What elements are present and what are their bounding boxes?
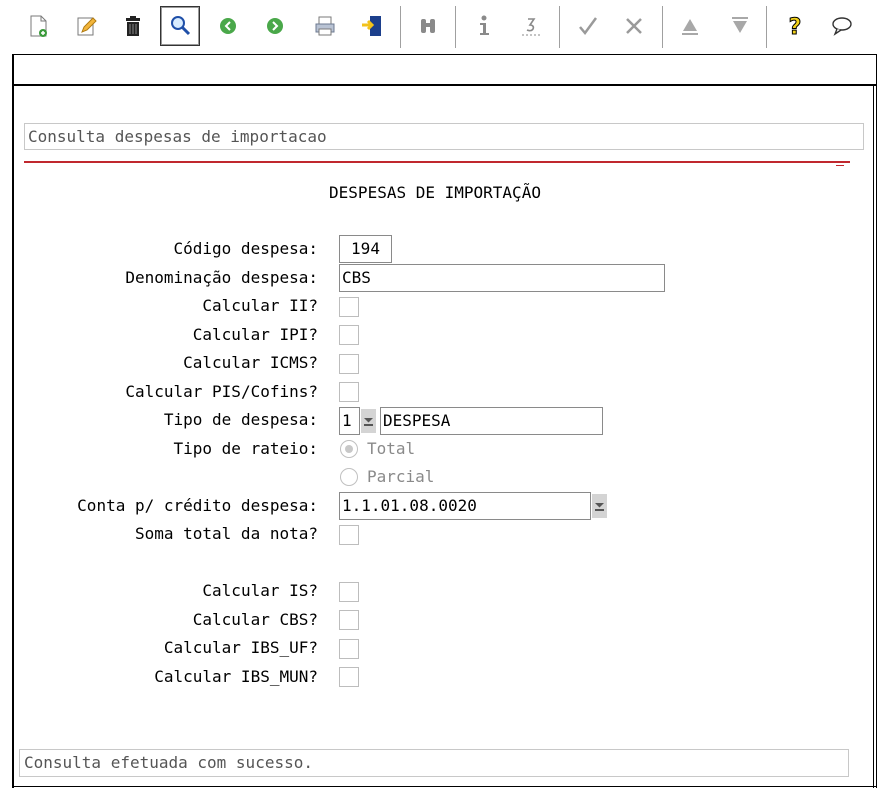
up-icon — [682, 19, 698, 35]
binoculars-button[interactable] — [408, 6, 448, 46]
exit-button[interactable] — [352, 6, 392, 46]
toolbar-separator — [455, 6, 456, 48]
denominacao-label: Denominação despesa: — [125, 268, 318, 287]
conta-credito-label: Conta p/ crédito despesa: — [77, 496, 318, 515]
calcular-pis-cofins-checkbox[interactable] — [339, 382, 359, 402]
toolbar-separator — [559, 6, 560, 48]
toolbar-separator — [766, 6, 767, 48]
calcular-is-label: Calcular IS? — [202, 581, 318, 600]
tipo-despesa-code-field[interactable]: 1 — [339, 407, 360, 435]
program-title: Consulta despesas de importacao — [24, 123, 864, 150]
calcular-ii-label: Calcular II? — [202, 296, 318, 315]
edit-icon — [77, 17, 97, 36]
tipo-despesa-label: Tipo de despesa: — [163, 410, 318, 429]
calcular-ibs-mun-checkbox[interactable] — [339, 667, 359, 687]
rateio-total-radio[interactable] — [340, 440, 358, 458]
title-divider-mark — [836, 165, 844, 166]
comment-button[interactable] — [822, 6, 862, 46]
print-button[interactable] — [305, 6, 345, 46]
tipo-rateio-label: Tipo de rateio: — [173, 439, 319, 458]
rateio-total-label: Total — [367, 439, 416, 458]
soma-total-label: Soma total da nota? — [134, 524, 318, 543]
frame-inner-border — [873, 84, 874, 788]
codigo-label: Código despesa: — [173, 239, 319, 258]
svg-text:?: ? — [789, 15, 802, 39]
new-button[interactable] — [18, 6, 58, 46]
frame-divider — [12, 84, 877, 86]
search-icon — [171, 16, 191, 36]
rateio-parcial-label: Parcial — [367, 467, 435, 486]
form-heading: DESPESAS DE IMPORTAÇÃO — [329, 183, 541, 202]
calcular-cbs-label: Calcular CBS? — [192, 610, 318, 629]
new-icon — [30, 15, 47, 37]
sort-icon — [522, 18, 540, 36]
info-icon — [480, 15, 489, 35]
delete-button[interactable] — [113, 6, 153, 46]
toolbar: ? — [0, 0, 885, 52]
confirm-icon — [579, 17, 598, 36]
conta-credito-lookup-button[interactable] — [592, 494, 607, 518]
title-divider — [24, 161, 850, 163]
lookup-arrow-icon — [595, 503, 604, 511]
rateio-parcial-radio[interactable] — [340, 468, 358, 486]
calcular-ibs-uf-label: Calcular IBS_UF? — [163, 638, 318, 657]
tipo-despesa-lookup-button[interactable] — [361, 409, 376, 433]
cancel-icon — [626, 18, 642, 34]
denominacao-field[interactable]: CBS — [339, 264, 665, 292]
calcular-cbs-checkbox[interactable] — [339, 610, 359, 630]
toolbar-separator — [400, 6, 401, 48]
print-icon — [315, 16, 335, 36]
up-button[interactable] — [670, 6, 710, 46]
down-button[interactable] — [720, 6, 760, 46]
calcular-icms-checkbox[interactable] — [339, 354, 359, 374]
delete-icon — [126, 16, 140, 36]
info-button[interactable] — [464, 6, 504, 46]
status-bar: Consulta efetuada com sucesso. — [19, 749, 849, 777]
calcular-ibs-uf-checkbox[interactable] — [339, 639, 359, 659]
tipo-despesa-description-field: DESPESA — [380, 407, 603, 435]
search-button[interactable] — [160, 6, 200, 46]
cancel-button[interactable] — [614, 6, 654, 46]
next-button[interactable] — [255, 6, 295, 46]
lookup-arrow-icon — [364, 418, 373, 426]
down-icon — [732, 17, 748, 33]
calcular-icms-label: Calcular ICMS? — [183, 353, 318, 372]
help-button[interactable]: ? — [775, 6, 815, 46]
confirm-button[interactable] — [568, 6, 608, 46]
previous-button[interactable] — [208, 6, 248, 46]
binoculars-icon — [421, 19, 435, 33]
sort-button[interactable] — [511, 6, 551, 46]
edit-button[interactable] — [66, 6, 106, 46]
calcular-ipi-checkbox[interactable] — [339, 325, 359, 345]
exit-icon — [362, 16, 381, 36]
conta-credito-field[interactable]: 1.1.01.08.0020 — [339, 492, 591, 520]
calcular-ibs-mun-label: Calcular IBS_MUN? — [154, 667, 318, 686]
calcular-is-checkbox[interactable] — [339, 582, 359, 602]
calcular-pis-cofins-label: Calcular PIS/Cofins? — [125, 382, 318, 401]
frame-bottom-border — [12, 786, 877, 787]
calcular-ipi-label: Calcular IPI? — [192, 325, 318, 344]
codigo-field[interactable]: 194 — [339, 235, 392, 263]
previous-icon — [220, 18, 236, 34]
toolbar-separator — [662, 6, 663, 48]
comment-icon — [832, 17, 852, 36]
help-icon: ? — [788, 15, 802, 40]
calcular-ii-checkbox[interactable] — [339, 297, 359, 317]
soma-total-checkbox[interactable] — [339, 525, 359, 545]
next-icon — [267, 18, 283, 34]
